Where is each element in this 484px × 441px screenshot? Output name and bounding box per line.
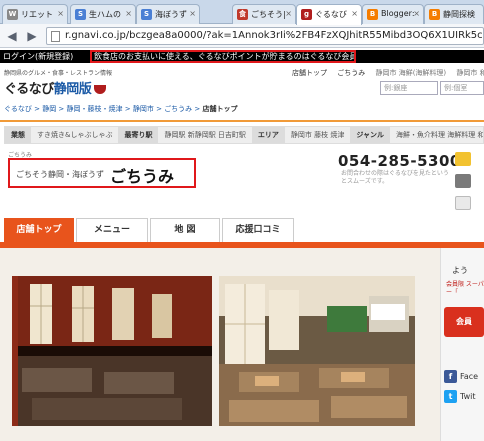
shop-name-box: ごちそう静岡・海ぼうず ごちうみ [8,158,196,188]
category-value[interactable]: 静岡駅 新静岡駅 日吉町駅 [158,127,251,143]
browser-tab[interactable]: S 生ハムの × [70,4,136,24]
phone-note: お問合わせの際はぐるなびを見たというとスムーズです。 [341,170,449,185]
tab-map[interactable]: 地 図 [150,218,220,242]
member-button[interactable]: 会員 [444,307,484,337]
facebook-icon: f [444,370,457,383]
category-label: エリア [251,127,285,143]
mail-icon[interactable] [455,174,471,188]
tab-close-icon[interactable]: × [125,9,132,18]
header-link[interactable]: 静岡市 和食 [456,69,484,77]
gurunavi-icon: g [301,9,312,20]
browser-tab-bar: W リエット × S 生ハムの × S 海ぼうず × 食 ごちそう| × g ぐ… [0,0,484,25]
tab-label: 海ぼうず [155,10,187,19]
category-value[interactable]: 静岡市 藤枝 焼津 [285,127,350,143]
site-header: 静岡県のグルメ・食事・レストラン情報 ぐるなび静岡版 店舗トップ ごちうみ 静岡… [0,64,484,102]
site-tagline: 静岡県のグルメ・食事・レストラン情報 [4,70,113,77]
address-bar[interactable]: r.gnavi.co.jp/bczgea8a0000/?ak=1Annok3rI… [46,27,484,45]
header-link[interactable]: ごちうみ [337,69,365,77]
tab-label: 生ハムの [89,10,121,19]
back-icon[interactable]: ◀ [4,28,20,44]
url-text: r.gnavi.co.jp/bczgea8a0000/?ak=1Annok3rI… [65,30,483,41]
people-icon[interactable] [455,152,471,166]
browser-tab[interactable]: W リエット × [2,4,68,24]
breadcrumb: ぐるなび > 静岡 > 静岡・藤枝・焼津 > 静岡市 > ごちうみ > 店舗トッ… [4,105,238,113]
twitter-label: Twit [460,392,476,401]
tab-close-icon[interactable]: × [189,9,196,18]
tatami-room-illustration [219,276,415,426]
header-link[interactable]: 店舗トップ [292,69,327,77]
twitter-link[interactable]: t Twit [444,388,484,406]
tab-close-icon[interactable]: × [413,9,420,18]
phone-number[interactable]: 054-285-5300 [338,152,461,170]
login-link[interactable]: ログイン(新規登録) [3,50,73,63]
tab-reviews[interactable]: 応援口コミ [222,218,294,242]
browser-tab[interactable]: 食 ごちそう| × [232,4,296,24]
category-label: ジャンル [350,127,391,143]
header-link[interactable]: 静岡市 海鮮(海鮮料理) [375,69,446,77]
breadcrumb-item[interactable]: ごちうみ [164,105,192,113]
twitter-icon: t [444,390,457,403]
sidebar-title: よう [452,266,468,275]
shop-tabs: 店舗トップ メニュー 地 図 応援口コミ [4,218,324,242]
shop-header: ごちうみ ごちそう静岡・海ぼうず ごちうみ 054-285-5300 お問合わせ… [4,150,484,208]
category-value[interactable]: すき焼き&しゃぶしゃぶ [31,127,118,143]
tab-close-icon[interactable]: × [285,9,292,18]
browser-tab[interactable]: B 静岡探検 [424,4,484,24]
breadcrumb-item[interactable]: 静岡 [42,105,56,113]
keyword-search-input[interactable]: 例:個室 [440,81,484,95]
category-label: 業態 [5,127,31,143]
header-links: 店舗トップ ごちうみ 静岡市 海鮮(海鮮料理) 静岡市 和食 [292,68,484,78]
header-divider [0,120,484,122]
private-room-illustration [12,276,212,426]
share-icon[interactable] [455,196,471,210]
browser-tab[interactable]: S 海ぼうず × [136,4,200,24]
promo-message[interactable]: 飲食店のお支払いに使える、ぐるなびポイントが貯まるのはぐるなび会員だけ！ [90,50,356,63]
category-bar: 業態 すき焼き&しゃぶしゃぶ 最寄り駅 静岡駅 新静岡駅 日吉町駅 エリア 静岡市 藤枝 … [4,126,484,144]
page-icon [51,31,60,42]
breadcrumb-current: 店舗トップ [202,105,238,113]
facebook-label: Face [460,372,479,381]
tab-label: ぐるなび [315,10,347,19]
right-sidebar [440,248,484,441]
tab-menu[interactable]: メニュー [76,218,148,242]
shop-name-small: ごちそう静岡・海ぼうず [16,170,104,179]
restaurant-photo-private-room[interactable] [12,276,212,426]
browser-tab-active[interactable]: g ぐるなび × [296,4,362,25]
browser-toolbar: ◀ ▶ r.gnavi.co.jp/bczgea8a0000/?ak=1Anno… [0,24,484,48]
tabelog-icon: 食 [237,9,248,20]
facebook-link[interactable]: f Face [444,368,484,386]
site-icon: S [141,9,152,20]
tab-label: リエット [21,10,53,19]
breadcrumb-item[interactable]: 静岡市 [133,105,154,113]
breadcrumb-item[interactable]: 静岡・藤枝・焼津 [67,105,123,113]
tab-shop-top[interactable]: 店舗トップ [4,218,74,242]
site-icon: S [75,9,86,20]
tab-label: Blogger: [381,9,415,18]
tab-close-icon[interactable]: × [57,9,64,18]
wikipedia-icon: W [7,9,18,20]
bowl-icon [94,85,107,94]
blogger-icon: B [367,9,378,20]
promo-bar: ログイン(新規登録) 飲食店のお支払いに使える、ぐるなびポイントが貯まるのはぐる… [0,50,484,63]
restaurant-photo-tatami[interactable] [219,276,415,426]
sidebar-member-note: 会員限 スーパー「 [446,281,484,296]
area-search-input[interactable]: 例:銀座 [380,81,438,95]
breadcrumb-item[interactable]: ぐるなび [4,105,32,113]
tab-label: 静岡探検 [443,10,475,19]
tab-label: ごちそう| [251,10,286,19]
category-label: 最寄り駅 [118,127,159,143]
blogger-icon: B [429,9,440,20]
browser-tab[interactable]: B Blogger: × [362,4,424,24]
site-logo[interactable]: ぐるなび静岡版 [4,78,107,97]
category-value[interactable]: 海鮮・魚介料理 海鮮料理 和食 [390,127,483,143]
logo-main: ぐるなび [4,82,54,97]
shop-name: ごちうみ [110,167,175,186]
forward-icon[interactable]: ▶ [24,28,40,44]
tab-close-icon[interactable]: × [351,9,358,18]
logo-region: 静岡版 [53,82,92,97]
side-icons [455,152,484,218]
